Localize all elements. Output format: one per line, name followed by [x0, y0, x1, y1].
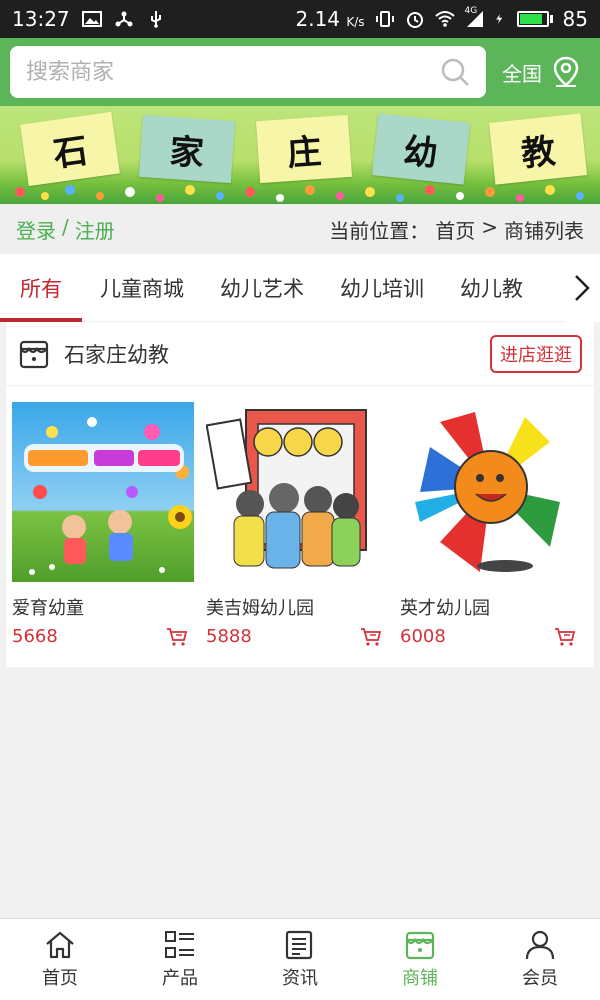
product-name[interactable]: 美吉姆幼儿园 — [206, 594, 388, 620]
share-icon — [115, 11, 133, 27]
status-bar: 13:27 2.14 K/s 4G 85 — [0, 0, 600, 38]
nav-member[interactable]: 会员 — [480, 919, 600, 1000]
wifi-icon — [434, 11, 455, 27]
tab-kids-education[interactable]: 幼儿教 — [442, 254, 541, 322]
battery-icon — [516, 11, 553, 27]
banner[interactable]: 石 家 庄 幼 教 — [0, 106, 600, 204]
position-label: 当前位置： — [329, 218, 430, 243]
login-link[interactable]: 登录 — [16, 215, 56, 244]
news-icon — [285, 930, 313, 959]
chevron-right-icon — [575, 275, 590, 301]
shop-header: 石家庄幼教 进店逛逛 — [6, 322, 594, 386]
product-price: 5888 — [206, 626, 252, 647]
visit-store-button[interactable]: 进店逛逛 — [490, 334, 582, 373]
nav-label: 商铺 — [402, 967, 438, 989]
bottom-nav: 首页 产品 资讯 商铺 会员 — [0, 918, 600, 1000]
search-box[interactable] — [10, 46, 486, 98]
nav-news[interactable]: 资讯 — [240, 919, 360, 1000]
tabs-scroll-right[interactable] — [564, 254, 600, 322]
product-price-row: 5668 — [12, 626, 194, 647]
nav-label: 首页 — [42, 967, 78, 989]
nav-label: 会员 — [522, 967, 558, 989]
network-speed: 2.14 K/s — [295, 7, 365, 31]
banner-char: 庄 — [255, 114, 353, 184]
home-icon — [46, 931, 74, 958]
signal-icon: 4G — [465, 6, 485, 28]
cart-icon[interactable] — [166, 627, 188, 647]
product-item[interactable]: 爱育幼童 5668 — [12, 402, 194, 647]
auth-links: 登录 / 注册 — [16, 215, 115, 244]
product-price: 6008 — [400, 626, 446, 647]
category-tabs: 所有 儿童商城 幼儿艺术 幼儿培训 幼儿教 — [0, 254, 600, 322]
search-header: 全国 — [0, 38, 600, 106]
banner-char: 教 — [489, 113, 587, 185]
region-selector[interactable]: 全国 — [502, 56, 580, 88]
nav-label: 资讯 — [282, 967, 318, 989]
product-price: 5668 — [12, 626, 58, 647]
product-list: 爱育幼童 5668 美吉姆幼儿园 5888 英才幼儿园 6008 — [6, 386, 594, 647]
nav-stores[interactable]: 商铺 — [360, 919, 480, 1000]
cart-icon[interactable] — [554, 627, 576, 647]
charging-icon — [495, 14, 502, 24]
nav-label: 产品 — [162, 967, 198, 989]
status-time: 13:27 — [12, 7, 70, 31]
product-item[interactable]: 美吉姆幼儿园 5888 — [205, 402, 388, 647]
banner-char: 幼 — [372, 113, 470, 185]
product-item[interactable]: 英才幼儿园 6008 — [400, 402, 582, 647]
alarm-icon — [406, 12, 423, 28]
register-link[interactable]: 注册 — [75, 215, 115, 244]
banner-title: 石 家 庄 幼 教 — [20, 111, 587, 187]
product-name[interactable]: 英才幼儿园 — [400, 594, 582, 620]
search-input[interactable] — [26, 59, 440, 85]
product-image[interactable] — [400, 402, 582, 582]
battery-percent: 85 — [562, 7, 588, 31]
shop-name[interactable]: 石家庄幼教 — [64, 339, 169, 369]
tab-all[interactable]: 所有 — [0, 254, 82, 322]
breadcrumb-current: 商铺列表 — [504, 218, 584, 243]
usb-icon — [150, 11, 161, 28]
image-icon — [81, 11, 102, 27]
product-image[interactable] — [12, 402, 194, 582]
product-image[interactable] — [205, 402, 388, 582]
grid-list-icon — [165, 930, 194, 958]
banner-char: 石 — [20, 111, 120, 187]
tab-kids-mall[interactable]: 儿童商城 — [82, 254, 202, 322]
search-icon[interactable] — [440, 57, 470, 87]
breadcrumb: 当前位置： 首页 > 商铺列表 — [329, 215, 584, 244]
product-price-row: 5888 — [206, 626, 388, 647]
location-pin-icon — [553, 56, 579, 87]
auth-separator: / — [62, 214, 69, 239]
nav-home[interactable]: 首页 — [0, 919, 120, 1000]
shop-card: 石家庄幼教 进店逛逛 爱育幼童 5668 美吉姆幼儿园 5888 英才幼儿园 6… — [6, 322, 594, 667]
vibrate-icon — [375, 11, 394, 27]
tab-kids-training[interactable]: 幼儿培训 — [322, 254, 442, 322]
store-icon — [19, 340, 49, 368]
store-icon — [405, 931, 435, 959]
breadcrumb-arrow: > — [481, 214, 498, 239]
product-name[interactable]: 爱育幼童 — [12, 594, 194, 620]
cart-icon[interactable] — [360, 627, 382, 647]
breadcrumb-home[interactable]: 首页 — [435, 215, 475, 244]
banner-char: 家 — [138, 114, 236, 184]
nav-products[interactable]: 产品 — [120, 919, 240, 1000]
user-icon — [525, 930, 555, 959]
region-label: 全国 — [502, 61, 542, 86]
breadcrumb-bar: 登录 / 注册 当前位置： 首页 > 商铺列表 — [0, 204, 600, 254]
product-price-row: 6008 — [400, 626, 582, 647]
tab-kids-art[interactable]: 幼儿艺术 — [202, 254, 322, 322]
